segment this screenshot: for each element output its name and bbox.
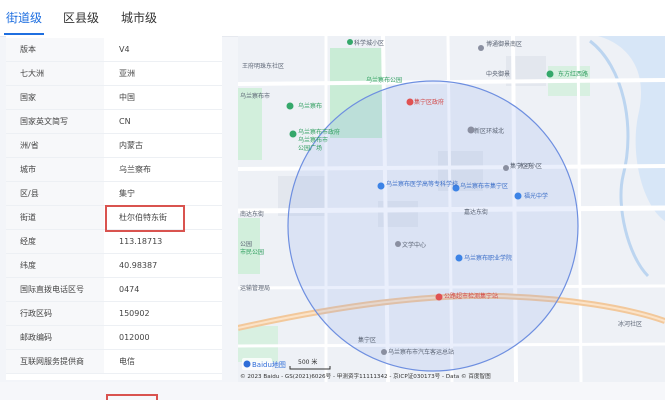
row-value: 电信 <box>119 357 135 366</box>
table-row: 邮政编码 012000 <box>6 326 222 350</box>
map-label: 乌兰察布 <box>298 102 322 110</box>
street-highlight-box <box>105 205 185 232</box>
table-row: 国际直拨电话区号 0474 <box>6 278 222 302</box>
paw-icon <box>243 360 251 368</box>
location-info-table: 版本 V4 七大洲 亚洲 国家 中国 国家英文简写 CN 洲/省 内蒙古 城市 乌兰察布 区… <box>6 36 222 380</box>
bottom-strip <box>0 382 665 400</box>
map-label: 嘉达东街 <box>464 208 488 216</box>
row-key: 版本 <box>6 38 104 61</box>
map-label: 乌兰察布市 <box>240 92 270 100</box>
table-row: 七大洲 亚洲 <box>6 62 222 86</box>
map-label: 冰河社区 <box>618 320 642 328</box>
map-label: 福光中学 <box>524 192 548 200</box>
map-label: 乌兰察布市 <box>298 136 328 144</box>
svg-text:Baidu地图: Baidu地图 <box>252 360 286 369</box>
map-label: 王府明珠东社区 <box>242 62 284 70</box>
map-label: 南达东街 <box>240 210 264 218</box>
table-row: 区/县 集宁 <box>6 182 222 206</box>
row-value: 中国 <box>119 93 135 102</box>
table-row: 经度 113.18713 <box>6 230 222 254</box>
map-label: 公园广场 <box>298 144 322 152</box>
table-row: 国家 中国 <box>6 86 222 110</box>
svg-text:500 米: 500 米 <box>298 358 317 366</box>
table-row: 版本 V4 <box>6 38 222 62</box>
map-label: 公园 <box>240 241 252 248</box>
row-value: 150902 <box>119 309 150 318</box>
table-row: 互联网服务提供商 电信 <box>6 350 222 374</box>
row-value: 内蒙古 <box>119 141 143 150</box>
row-key: 国家英文简写 <box>6 110 104 133</box>
table-row: 国家英文简写 CN <box>6 110 222 134</box>
map-label: 科学城小区 <box>354 39 384 47</box>
row-key: 纬度 <box>6 254 104 277</box>
radius-circle <box>287 80 579 372</box>
map-label: 乌兰察布公园 <box>366 76 402 84</box>
map-label: 新区环城北 <box>474 127 504 135</box>
map-label: 公路超市检测集宁站 <box>444 292 498 300</box>
row-key: 街道 <box>6 206 104 229</box>
row-key: 经度 <box>6 230 104 253</box>
row-value: 乌兰察布 <box>119 165 151 174</box>
map-label: 博通御景南区 <box>486 40 522 48</box>
map-label: 乌兰察布职业学院 <box>464 254 512 262</box>
tab-street-level[interactable]: 街道级 <box>6 0 42 36</box>
map-canvas[interactable]: 博通御景南区 科学城小区 中央御景 东方红西路 王府明珠东社区 乌兰察布公园 集… <box>238 36 665 382</box>
table-row: 纬度 40.98387 <box>6 254 222 278</box>
row-key: 国家 <box>6 86 104 109</box>
row-key: 互联网服务提供商 <box>6 350 104 373</box>
tab-city-level[interactable]: 城市级 <box>121 0 157 36</box>
row-key: 城市 <box>6 158 104 181</box>
map-label: 集宁区政府 <box>414 98 444 106</box>
map-label: 冰河小区 <box>518 162 542 170</box>
map-label: 乌兰察布医学高等专科学校 <box>386 180 458 188</box>
baidu-map[interactable]: 博通御景南区 科学城小区 中央御景 东方红西路 王府明珠东社区 乌兰察布公园 集… <box>238 36 665 382</box>
row-value: 亚洲 <box>119 69 135 78</box>
map-label: 乌兰察布市政府 <box>298 128 340 136</box>
row-key: 洲/省 <box>6 134 104 157</box>
map-label: 文学中心 <box>402 241 426 249</box>
active-tab-indicator <box>4 33 44 35</box>
map-label: 集宁区 <box>358 336 376 344</box>
row-value: CN <box>119 117 131 126</box>
level-tabs: 街道级 区县级 城市级 <box>0 0 665 37</box>
row-key: 国际直拨电话区号 <box>6 278 104 301</box>
table-row: 行政区码 150902 <box>6 302 222 326</box>
row-key: 七大洲 <box>6 62 104 85</box>
map-label: 乌兰察布市集宁区 <box>460 182 508 190</box>
table-row: 洲/省 内蒙古 <box>6 134 222 158</box>
row-value: 40.98387 <box>119 261 158 270</box>
row-value: 012000 <box>119 333 150 342</box>
tab-district-level[interactable]: 区县级 <box>63 0 99 36</box>
row-value: 集宁 <box>119 189 135 198</box>
row-key: 邮政编码 <box>6 326 104 349</box>
table-row: 城市 乌兰察布 <box>6 158 222 182</box>
map-label: 中央御景 <box>486 70 510 78</box>
map-copyright: © 2023 Baidu - GS(2021)6026号 - 甲测资字11111… <box>240 372 491 380</box>
row-key: 行政区码 <box>6 302 104 325</box>
map-label: 市民公园 <box>240 248 264 256</box>
map-label: 运输管理局 <box>240 284 270 292</box>
map-label: 乌兰察布市汽车客运总站 <box>388 348 454 356</box>
row-value: 113.18713 <box>119 237 163 246</box>
row-key: 区/县 <box>6 182 104 205</box>
row-value: 0474 <box>119 285 140 294</box>
park-area <box>238 326 278 362</box>
row-value: V4 <box>119 45 130 54</box>
next-highlight-box <box>106 394 158 400</box>
map-label: 东方红西路 <box>558 70 588 78</box>
